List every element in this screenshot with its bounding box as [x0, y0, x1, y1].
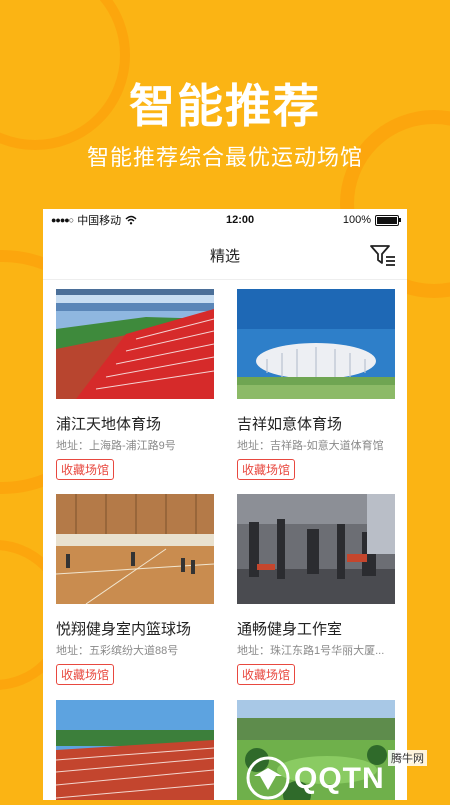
promo-subline: 智能推荐综合最优运动场馆	[86, 145, 363, 170]
venue-card[interactable]: 悦翔健身室内篮球场 地址：五彩缤纷大道88号 收藏场馆	[56, 494, 214, 685]
carrier-label: 中国移动	[77, 215, 122, 227]
venue-address: 地址：珠江东路1号华丽大厦...	[237, 645, 385, 657]
battery-percent: 100%	[342, 214, 371, 226]
filter-icon[interactable]	[369, 243, 397, 267]
page-title: 精选	[209, 247, 240, 265]
venue-card[interactable]: 吉祥如意体育场 地址：吉祥路-如意大道体育馆 收藏场馆	[237, 289, 395, 480]
wifi-icon	[125, 215, 137, 225]
clock: 12:00	[225, 214, 255, 226]
venue-card[interactable]: 通畅健身工作室 地址：珠江东路1号华丽大厦... 收藏场馆	[237, 494, 395, 685]
venue-address: 地址：吉祥路-如意大道体育馆	[237, 440, 384, 452]
venue-name: 通畅健身工作室	[237, 621, 343, 638]
status-bar: ●●●●○ 中国移动 12:00 100%	[43, 209, 407, 231]
watermark: QQTN .com 腾牛网	[240, 750, 450, 800]
phone-screen: ●●●●○ 中国移动 12:00 100% 精选 浦江天地体育场 地址：上海路-…	[43, 209, 407, 800]
signal-icon: ●●●●○	[51, 215, 74, 225]
venue-thumbnail[interactable]	[56, 289, 214, 399]
venue-address: 地址：上海路-浦江路9号	[56, 440, 176, 452]
venue-thumbnail[interactable]	[56, 700, 214, 800]
battery-icon	[375, 214, 401, 226]
promo-headline: 智能推荐	[129, 80, 321, 132]
watermark-site: 腾牛网	[388, 750, 427, 766]
favorite-venue-button[interactable]: 收藏场馆	[237, 664, 296, 685]
venue-thumbnail[interactable]	[56, 494, 214, 604]
favorite-venue-button[interactable]: 收藏场馆	[56, 664, 115, 685]
venue-thumbnail[interactable]	[237, 289, 395, 399]
svg-text:QQTN: QQTN	[294, 762, 385, 795]
favorite-venue-button[interactable]: 收藏场馆	[237, 459, 296, 480]
venue-card[interactable]: 浦江天地体育场 地址：上海路-浦江路9号 收藏场馆	[56, 289, 214, 480]
favorite-venue-button[interactable]: 收藏场馆	[56, 459, 115, 480]
nav-bar: 精选	[43, 231, 407, 280]
venue-card[interactable]	[56, 700, 214, 800]
venue-name: 浦江天地体育场	[56, 416, 162, 433]
venue-name: 悦翔健身室内篮球场	[56, 621, 192, 638]
venue-name: 吉祥如意体育场	[237, 416, 343, 433]
venue-thumbnail[interactable]	[237, 494, 395, 604]
venue-address: 地址：五彩缤纷大道88号	[56, 645, 179, 657]
